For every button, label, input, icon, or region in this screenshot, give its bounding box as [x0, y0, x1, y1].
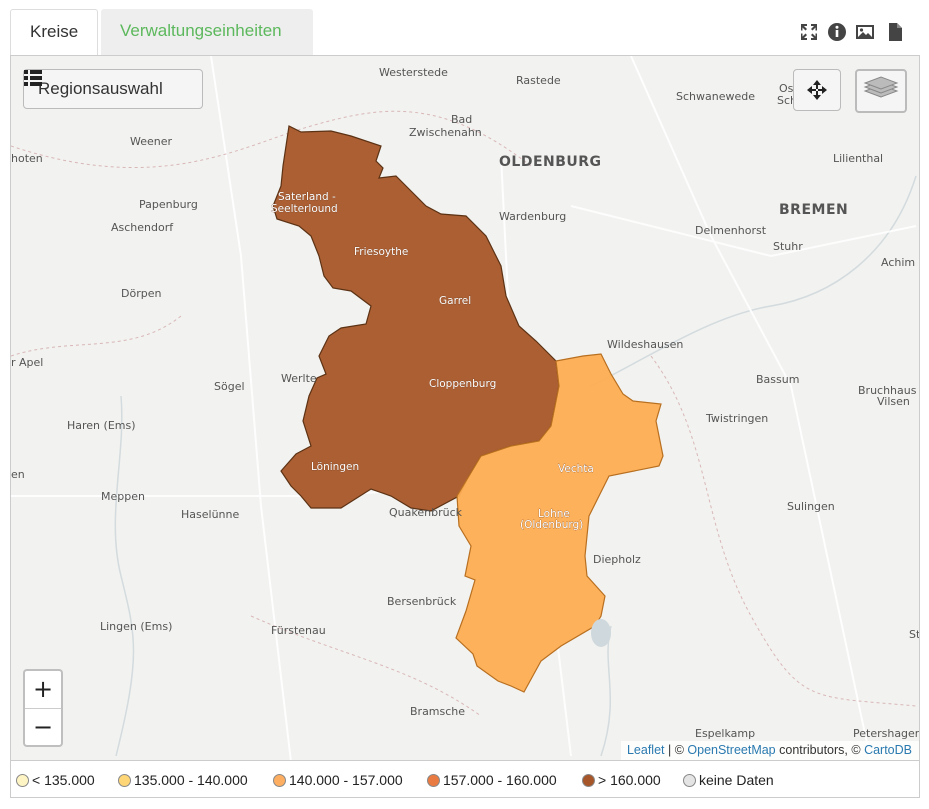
layers-button[interactable] — [855, 69, 907, 113]
attribution: Leaflet | © OpenStreetMap contributors, … — [620, 741, 919, 760]
legend-label: 140.000 - 157.000 — [289, 772, 403, 788]
label-bassum: Bassum — [756, 373, 799, 386]
label-quakenbrueck: Quakenbrück — [389, 506, 463, 519]
legend-item: > 160.000 — [582, 771, 661, 789]
label-rastede: Rastede — [516, 74, 561, 87]
label-meppen: Meppen — [101, 490, 145, 503]
label-wildeshausen: Wildeshausen — [607, 338, 683, 351]
label-saterland: Saterland - — [278, 191, 336, 203]
layers-icon — [863, 76, 899, 98]
label-diepholz: Diepholz — [593, 553, 641, 566]
legend-swatch — [273, 774, 286, 787]
label-soegel: Sögel — [214, 380, 245, 393]
label-achim: Achim — [881, 256, 915, 269]
label-vilsen: Vilsen — [877, 395, 910, 408]
label-petershagen: Petershager — [853, 727, 920, 740]
legend-label: < 135.000 — [32, 772, 95, 788]
zoom-control: + − — [23, 669, 63, 747]
map-container[interactable]: Westerstede Rastede Schwanewede Os Sch B… — [10, 55, 920, 761]
label-espelkamp: Espelkamp — [695, 727, 755, 740]
legend-swatch — [16, 774, 29, 787]
label-en: en — [11, 468, 25, 481]
label-bremen: BREMEN — [779, 202, 848, 218]
list-icon — [24, 70, 42, 86]
crosshairs-icon — [807, 80, 827, 100]
label-oldenburg-kreis: (Oldenburg) — [520, 519, 583, 531]
label-delmenhorst: Delmenhorst — [695, 224, 767, 237]
legend-item: 140.000 - 157.000 — [273, 771, 403, 789]
legend-item: 135.000 - 140.000 — [118, 771, 248, 789]
legend-swatch — [118, 774, 131, 787]
label-lilienthal: Lilienthal — [833, 152, 883, 165]
zoom-out-button[interactable]: − — [25, 709, 61, 746]
label-loeningen: Löningen — [311, 461, 359, 473]
label-oldenburg: OLDENBURG — [499, 154, 602, 170]
label-garrel: Garrel — [439, 295, 471, 307]
leaflet-link[interactable]: Leaflet — [627, 743, 665, 757]
center-map-button[interactable] — [793, 69, 841, 111]
legend-item: keine Daten — [683, 771, 774, 789]
lake-duemmer — [591, 619, 611, 647]
label-zwischenahn: Zwischenahn — [409, 126, 482, 139]
toolbar — [799, 22, 909, 42]
label-fuerstenau: Fürstenau — [271, 624, 326, 637]
legend-item: < 135.000 — [16, 771, 95, 789]
label-sulingen: Sulingen — [787, 500, 835, 513]
fullscreen-icon[interactable] — [799, 22, 819, 42]
attribution-sep: | © — [664, 743, 688, 757]
label-lingen: Lingen (Ems) — [100, 620, 172, 633]
region-selection-label: Regionsauswahl — [38, 79, 163, 98]
label-wardenburg: Wardenburg — [499, 210, 566, 223]
label-doerpen: Dörpen — [121, 287, 161, 300]
info-icon[interactable] — [827, 22, 847, 42]
image-icon[interactable] — [855, 22, 875, 42]
label-cloppenburg: Cloppenburg — [429, 378, 496, 390]
cartodb-link[interactable]: CartoDB — [864, 743, 912, 757]
legend-swatch — [427, 774, 440, 787]
legend: < 135.000 135.000 - 140.000 140.000 - 15… — [10, 761, 920, 798]
legend-label: > 160.000 — [598, 772, 661, 788]
legend-label: 135.000 - 140.000 — [134, 772, 248, 788]
osm-link[interactable]: OpenStreetMap — [687, 743, 775, 757]
label-haseluenne: Haselünne — [181, 508, 239, 521]
legend-label: keine Daten — [699, 772, 774, 788]
basemap: Westerstede Rastede Schwanewede Os Sch B… — [11, 56, 920, 760]
label-stuhr: Stuhr — [773, 240, 803, 253]
label-vechta: Vechta — [558, 463, 594, 475]
label-haren: Haren (Ems) — [67, 419, 136, 432]
label-aschendorf: Aschendorf — [111, 221, 174, 234]
label-hoten: hoten — [11, 152, 43, 165]
region-selection-button[interactable]: Regionsauswahl — [23, 69, 203, 109]
label-bramsche: Bramsche — [410, 705, 465, 718]
label-seelterlound: Seelterlound — [271, 203, 338, 215]
legend-swatch — [683, 774, 696, 787]
tab-verwaltungseinheiten[interactable]: Verwaltungseinheiten — [101, 9, 313, 55]
label-r-apel: r Apel — [11, 356, 43, 369]
file-icon[interactable] — [885, 22, 905, 42]
label-twistringen: Twistringen — [705, 412, 768, 425]
label-st: St — [909, 628, 920, 641]
label-bad: Bad — [451, 113, 472, 126]
legend-label: 157.000 - 160.000 — [443, 772, 557, 788]
attribution-contributors: contributors, © — [775, 743, 865, 757]
label-friesoythe: Friesoythe — [354, 246, 408, 258]
label-schwanewede: Schwanewede — [676, 90, 755, 103]
label-papenburg: Papenburg — [139, 198, 198, 211]
zoom-in-button[interactable]: + — [25, 671, 61, 709]
tab-kreise[interactable]: Kreise — [10, 9, 98, 55]
label-bersenbrueck: Bersenbrück — [387, 595, 457, 608]
label-werlte: Werlte — [281, 372, 317, 385]
legend-swatch — [582, 774, 595, 787]
label-westerstede: Westerstede — [379, 66, 448, 79]
legend-item: 157.000 - 160.000 — [427, 771, 557, 789]
label-weener: Weener — [130, 135, 173, 148]
